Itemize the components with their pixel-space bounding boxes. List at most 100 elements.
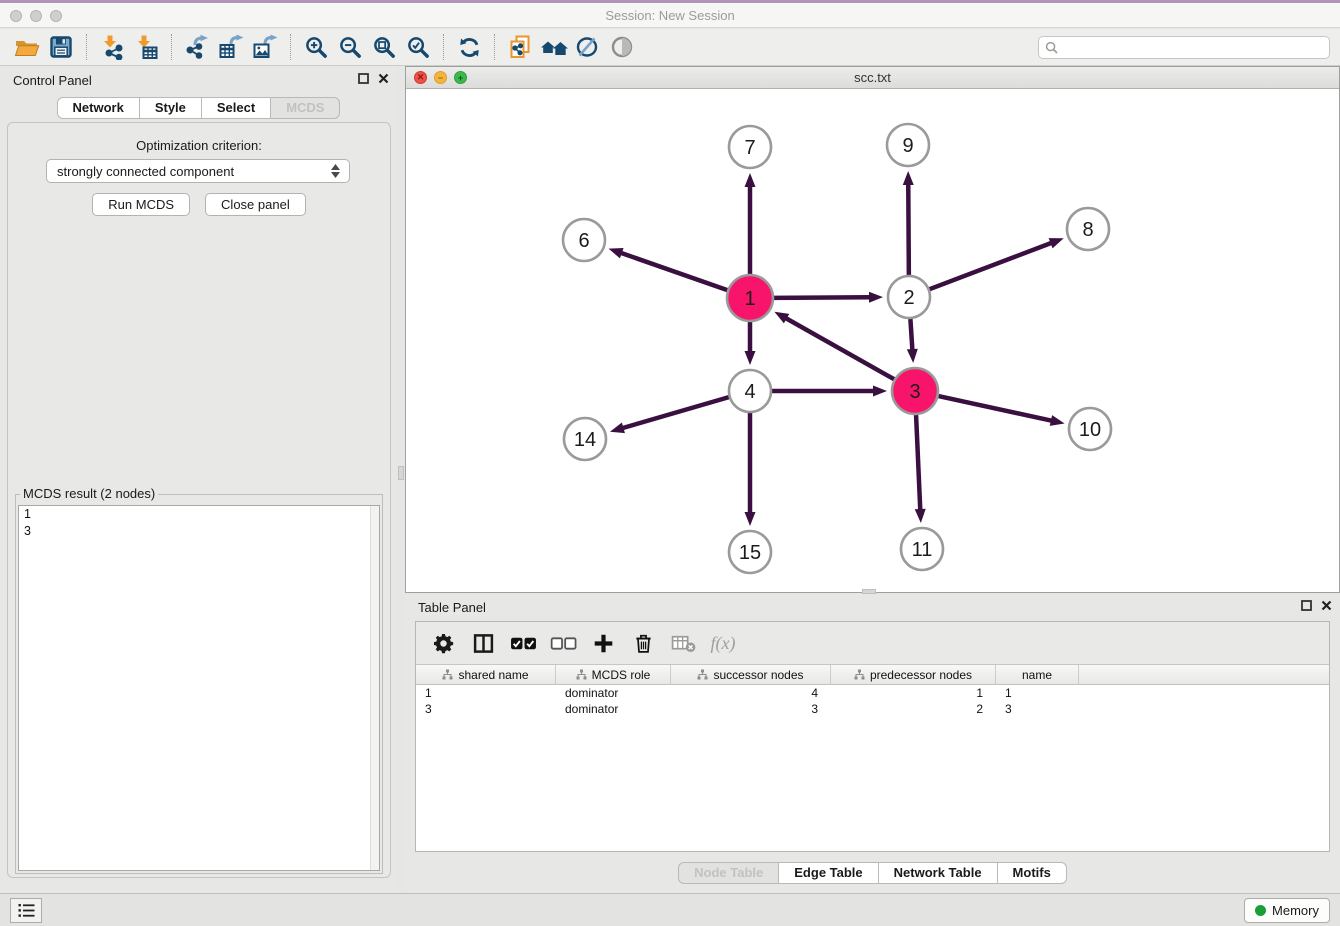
result-scrollbar[interactable] xyxy=(370,506,379,870)
table-cell[interactable]: 1 xyxy=(831,685,996,701)
mcds-result-line: 3 xyxy=(19,523,379,540)
run-mcds-button[interactable]: Run MCDS xyxy=(92,193,190,216)
column-header-successor-nodes[interactable]: successor nodes xyxy=(671,665,831,684)
float-table-panel-icon[interactable] xyxy=(1301,600,1312,611)
optimization-criterion-label: Optimization criterion: xyxy=(8,138,390,153)
mcds-result-title: MCDS result (2 nodes) xyxy=(20,486,158,501)
edge-3-to-1[interactable] xyxy=(785,318,894,380)
tab-edge-table[interactable]: Edge Table xyxy=(779,862,878,884)
float-panel-icon[interactable] xyxy=(358,73,369,84)
table-cell[interactable]: 1 xyxy=(416,685,556,701)
table-cell[interactable]: 3 xyxy=(996,701,1079,717)
edge-2-to-9[interactable] xyxy=(908,183,909,275)
zoom-fit-icon[interactable] xyxy=(367,32,401,62)
tab-network[interactable]: Network xyxy=(57,97,140,119)
tab-style[interactable]: Style xyxy=(140,97,202,119)
edge-arrowhead xyxy=(609,248,624,258)
tab-node-table[interactable]: Node Table xyxy=(678,862,779,884)
edge-3-to-11[interactable] xyxy=(916,415,920,511)
attribute-type-icon xyxy=(576,669,587,680)
toolbar-separator xyxy=(494,34,495,60)
table-cell[interactable]: dominator xyxy=(556,701,671,717)
close-panel-icon[interactable] xyxy=(378,73,389,84)
table-toolbar: f(x) xyxy=(416,622,1329,665)
tab-select[interactable]: Select xyxy=(202,97,271,119)
export-table-icon[interactable] xyxy=(214,32,248,62)
column-header-name[interactable]: name xyxy=(996,665,1079,684)
attribute-type-icon xyxy=(854,669,865,680)
dropdown-stepper-icon xyxy=(331,164,340,178)
task-history-button[interactable] xyxy=(10,898,42,923)
edge-arrowhead xyxy=(915,509,926,523)
tab-network-table[interactable]: Network Table xyxy=(879,862,998,884)
import-network-icon[interactable] xyxy=(95,32,129,62)
duplicate-network-icon[interactable] xyxy=(503,32,537,62)
column-header-predecessor-nodes[interactable]: predecessor nodes xyxy=(831,665,996,684)
table-cell[interactable]: dominator xyxy=(556,685,671,701)
show-columns-icon[interactable] xyxy=(468,628,498,658)
table-row[interactable]: 1dominator411 xyxy=(416,685,1329,701)
export-image-icon[interactable] xyxy=(248,32,282,62)
toolbar-separator xyxy=(86,34,87,60)
network-canvas[interactable]: 7968124314101511 xyxy=(406,89,1339,592)
table-cell[interactable]: 2 xyxy=(831,701,996,717)
delete-column-trash-icon[interactable] xyxy=(628,628,658,658)
refresh-icon[interactable] xyxy=(452,32,486,62)
hide-annotations-icon[interactable] xyxy=(571,32,605,62)
network-window-titlebar[interactable]: ✕ − + scc.txt xyxy=(406,67,1339,89)
horizontal-splitter-handle[interactable] xyxy=(862,589,876,594)
column-header-MCDS-role[interactable]: MCDS role xyxy=(556,665,671,684)
zoom-in-icon[interactable] xyxy=(299,32,333,62)
status-bar: Memory xyxy=(0,893,1340,926)
control-panel-header: Control Panel xyxy=(0,66,397,94)
function-builder-icon[interactable]: f(x) xyxy=(708,628,738,658)
tab-mcds[interactable]: MCDS xyxy=(271,97,340,119)
show-eye-icon[interactable] xyxy=(605,32,639,62)
tab-motifs[interactable]: Motifs xyxy=(998,862,1067,884)
graph-node-label: 8 xyxy=(1082,219,1093,241)
close-panel-button[interactable]: Close panel xyxy=(205,193,306,216)
edge-1-to-6[interactable] xyxy=(620,253,727,291)
table-row[interactable]: 3dominator323 xyxy=(416,701,1329,717)
table-cell[interactable]: 4 xyxy=(671,685,831,701)
table-cell[interactable]: 3 xyxy=(671,701,831,717)
edge-4-to-14[interactable] xyxy=(621,397,728,428)
edge-2-to-8[interactable] xyxy=(930,242,1053,289)
close-table-panel-icon[interactable] xyxy=(1321,600,1332,611)
node-table-container: f(x) shared nameMCDS rolesuccessor nodes… xyxy=(415,621,1330,852)
edge-1-to-2[interactable] xyxy=(774,297,871,298)
table-rows: 1dominator4113dominator323 xyxy=(416,685,1329,851)
memory-button[interactable]: Memory xyxy=(1244,898,1330,923)
attribute-type-icon xyxy=(697,669,708,680)
network-window-title: scc.txt xyxy=(406,70,1339,85)
edge-2-to-3[interactable] xyxy=(910,319,912,351)
select-all-icon[interactable] xyxy=(508,628,538,658)
edge-3-to-10[interactable] xyxy=(938,396,1052,421)
deselect-all-icon[interactable] xyxy=(548,628,578,658)
save-session-icon[interactable] xyxy=(44,32,78,62)
attribute-type-icon xyxy=(442,669,453,680)
add-column-icon[interactable] xyxy=(588,628,618,658)
optimization-criterion-dropdown[interactable]: strongly connected component xyxy=(46,159,350,183)
mcds-result-line: 1 xyxy=(19,506,379,523)
edge-arrowhead xyxy=(907,349,918,363)
table-panel: Table Panel xyxy=(405,593,1340,893)
mcds-result-box[interactable]: 13 xyxy=(18,505,380,871)
home-icon[interactable] xyxy=(537,32,571,62)
import-table-icon[interactable] xyxy=(129,32,163,62)
table-cell[interactable]: 3 xyxy=(416,701,556,717)
column-header-shared-name[interactable]: shared name xyxy=(416,665,556,684)
open-file-icon[interactable] xyxy=(10,32,44,62)
table-cell[interactable]: 1 xyxy=(996,685,1079,701)
table-settings-gear-icon[interactable] xyxy=(428,628,458,658)
zoom-selected-icon[interactable] xyxy=(401,32,435,62)
main-toolbar xyxy=(0,29,1340,66)
search-input[interactable] xyxy=(1038,36,1330,59)
graph-node-label: 3 xyxy=(909,381,920,403)
delete-table-icon[interactable] xyxy=(668,628,698,658)
zoom-out-icon[interactable] xyxy=(333,32,367,62)
memory-label: Memory xyxy=(1272,903,1319,918)
vertical-splitter-handle[interactable] xyxy=(398,466,404,480)
edge-arrowhead xyxy=(903,171,914,185)
export-network-icon[interactable] xyxy=(180,32,214,62)
